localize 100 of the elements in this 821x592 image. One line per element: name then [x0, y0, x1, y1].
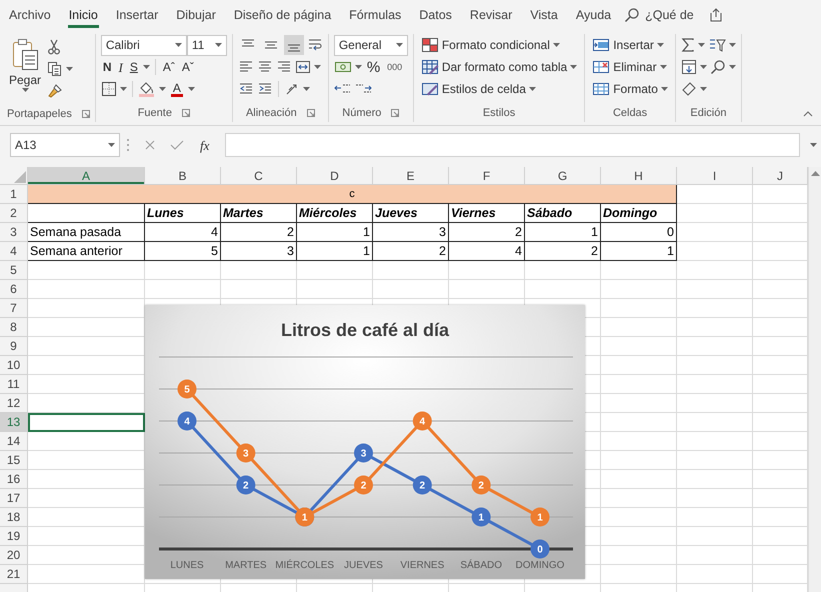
column-header[interactable]: B: [145, 167, 221, 185]
ribbon-command[interactable]: Dar formato como tabla: [418, 57, 580, 77]
column-header[interactable]: I: [677, 167, 753, 185]
caret-icon[interactable]: [354, 65, 362, 69]
caret-icon[interactable]: [314, 65, 321, 69]
row-header[interactable]: 14: [0, 432, 28, 451]
caret-icon[interactable]: [188, 87, 195, 91]
percent-button[interactable]: %: [364, 57, 382, 77]
row-header[interactable]: 10: [0, 356, 28, 375]
fill-down-icon[interactable]: [680, 59, 697, 75]
caret-icon[interactable]: [700, 87, 707, 91]
ribbon-command[interactable]: Insertar: [590, 35, 666, 55]
shrink-font-button[interactable]: Aˇ: [180, 57, 196, 77]
row-header[interactable]: 1: [0, 185, 28, 204]
ribbon-command[interactable]: Eliminar: [590, 57, 669, 77]
column-header[interactable]: A: [28, 167, 145, 185]
font-name-field[interactable]: Calibri: [100, 34, 187, 56]
eraser-icon[interactable]: [680, 81, 697, 97]
column-header[interactable]: G: [525, 167, 601, 185]
grow-font-button[interactable]: Aˆ: [160, 57, 177, 77]
ribbon-tab[interactable]: Diseño de página: [224, 0, 340, 30]
caret-icon[interactable]: [302, 87, 310, 91]
caret-icon[interactable]: [728, 43, 736, 47]
search-field[interactable]: ¿Qué de: [640, 6, 698, 24]
close-icon[interactable]: [144, 139, 156, 151]
ribbon-tab[interactable]: Ayuda: [566, 0, 620, 30]
italic-button[interactable]: I: [116, 57, 125, 77]
row-header[interactable]: 18: [0, 508, 28, 527]
caret-icon[interactable]: [158, 87, 166, 91]
ribbon-command[interactable]: Formato: [590, 79, 670, 99]
row-header[interactable]: 5: [0, 261, 28, 280]
caret-icon[interactable]: [66, 67, 74, 71]
row-header[interactable]: 15: [0, 451, 28, 470]
search-icon[interactable]: [624, 7, 640, 23]
ribbon-tab[interactable]: Insertar: [106, 0, 168, 30]
search-icon[interactable]: [710, 59, 726, 75]
row-header[interactable]: 21: [0, 565, 28, 584]
underline-button[interactable]: S: [128, 57, 140, 77]
share-icon[interactable]: [708, 7, 724, 23]
column-header[interactable]: D: [297, 167, 373, 185]
ribbon-tab[interactable]: Archivo: [0, 0, 60, 30]
row-header[interactable]: 2: [0, 204, 28, 223]
column-header[interactable]: J: [753, 167, 808, 185]
chevron-up-icon[interactable]: [803, 111, 813, 117]
row-header[interactable]: 11: [0, 375, 28, 394]
row-header[interactable]: 3: [0, 223, 28, 242]
caret-icon[interactable]: [142, 65, 150, 69]
launcher-icon[interactable]: [391, 109, 400, 117]
row-header[interactable]: 7: [0, 299, 28, 318]
formula-input[interactable]: [225, 133, 800, 157]
caret-icon[interactable]: [810, 143, 817, 147]
caret-icon[interactable]: [700, 65, 707, 69]
launcher-icon[interactable]: [182, 109, 190, 117]
ribbon-tab[interactable]: Fórmulas: [340, 0, 410, 30]
merge-icon[interactable]: [294, 59, 311, 75]
row-header[interactable]: 4: [0, 242, 28, 261]
number-format-field[interactable]: General: [334, 34, 408, 56]
ribbon-tab[interactable]: Dibujar: [167, 0, 225, 30]
column-header[interactable]: H: [601, 167, 677, 185]
wrap-text-icon[interactable]: [306, 37, 323, 53]
currency-icon[interactable]: [334, 60, 352, 74]
scroll-up-icon[interactable]: [810, 171, 820, 176]
sort-filter-icon[interactable]: [708, 37, 726, 53]
ribbon-tab[interactable]: Revisar: [460, 0, 522, 30]
row-header[interactable]: 13: [0, 413, 28, 432]
caret-icon[interactable]: [120, 87, 127, 91]
border-icon[interactable]: [100, 81, 117, 97]
thousands-button[interactable]: 000: [385, 57, 404, 77]
ribbon-command[interactable]: Formato condicional: [418, 35, 562, 55]
caret-icon[interactable]: [698, 43, 705, 47]
fill-bucket-icon[interactable]: [138, 81, 156, 97]
cell-cursor[interactable]: [28, 413, 145, 432]
align-bottom-icon[interactable]: [284, 35, 304, 55]
column-header[interactable]: C: [221, 167, 297, 185]
row-header[interactable]: 9: [0, 337, 28, 356]
sum-icon[interactable]: [680, 37, 695, 53]
brush-icon[interactable]: [47, 83, 64, 99]
function-button[interactable]: fx: [198, 135, 212, 155]
row-header[interactable]: 20: [0, 546, 28, 565]
copy-icon[interactable]: [47, 61, 64, 77]
row-header[interactable]: 19: [0, 527, 28, 546]
ribbon-tab[interactable]: Vista: [521, 0, 567, 30]
font-color-button[interactable]: A: [168, 79, 185, 99]
launcher-icon[interactable]: [306, 109, 315, 117]
column-header[interactable]: F: [449, 167, 525, 185]
check-icon[interactable]: [170, 139, 184, 151]
row-header[interactable]: 6: [0, 280, 28, 299]
paste-button[interactable]: Pegar: [7, 34, 44, 98]
row-header[interactable]: 17: [0, 489, 28, 508]
row-header[interactable]: 16: [0, 470, 28, 489]
launcher-icon[interactable]: [82, 110, 90, 118]
row-header[interactable]: 12: [0, 394, 28, 413]
bold-button[interactable]: N: [100, 57, 114, 77]
row-header[interactable]: 8: [0, 318, 28, 337]
scissors-icon[interactable]: [47, 39, 62, 55]
ribbon-tab[interactable]: Datos: [410, 0, 461, 30]
column-header[interactable]: E: [373, 167, 449, 185]
name-box[interactable]: A13: [10, 133, 120, 157]
font-size-field[interactable]: 11: [186, 34, 227, 56]
caret-icon[interactable]: [728, 65, 736, 69]
